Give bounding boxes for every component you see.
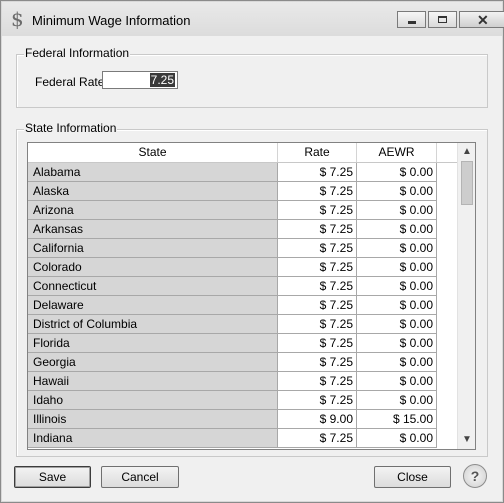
rate-cell[interactable]: $ 7.25 (278, 315, 357, 334)
rate-cell[interactable]: $ 7.25 (278, 391, 357, 410)
state-cell: Hawaii (28, 372, 278, 391)
aewr-cell[interactable]: $ 0.00 (357, 429, 437, 448)
state-cell: District of Columbia (28, 315, 278, 334)
state-cell: Arkansas (28, 220, 278, 239)
table-row[interactable]: Alabama $ 7.25 $ 0.00 (28, 163, 437, 182)
rate-cell[interactable]: $ 7.25 (278, 296, 357, 315)
chevron-up-icon[interactable]: ▲ (458, 144, 475, 160)
column-header-rate[interactable]: Rate (278, 143, 357, 162)
minimize-button[interactable] (397, 11, 426, 28)
minimum-wage-window: $ Minimum Wage Information ✕ Federal Inf… (0, 0, 504, 503)
table-row[interactable]: Connecticut $ 7.25 $ 0.00 (28, 277, 437, 296)
maximize-icon (438, 16, 447, 23)
close-icon: ✕ (477, 12, 489, 28)
rate-cell[interactable]: $ 7.25 (278, 258, 357, 277)
rate-cell[interactable]: $ 7.25 (278, 163, 357, 182)
state-information-title: State Information (24, 121, 118, 135)
state-cell: Connecticut (28, 277, 278, 296)
state-cell: Arizona (28, 201, 278, 220)
chevron-down-icon[interactable]: ▼ (458, 432, 475, 448)
state-cell: California (28, 239, 278, 258)
federal-rate-input[interactable]: 7.25 (102, 71, 178, 89)
aewr-cell[interactable]: $ 0.00 (357, 277, 437, 296)
federal-information-title: Federal Information (24, 46, 131, 60)
rate-cell[interactable]: $ 7.25 (278, 239, 357, 258)
aewr-cell[interactable]: $ 0.00 (357, 353, 437, 372)
state-cell: Alabama (28, 163, 278, 182)
aewr-cell[interactable]: $ 0.00 (357, 182, 437, 201)
state-cell: Delaware (28, 296, 278, 315)
maximize-button[interactable] (428, 11, 457, 28)
state-cell: Indiana (28, 429, 278, 448)
grid-rows: Alabama $ 7.25 $ 0.00 Alaska $ 7.25 $ 0.00 Ari… (28, 163, 437, 448)
column-header-state[interactable]: State (28, 143, 278, 162)
table-row[interactable]: Idaho $ 7.25 $ 0.00 (28, 391, 437, 410)
rate-cell[interactable]: $ 7.25 (278, 277, 357, 296)
close-button[interactable]: Close (374, 466, 451, 488)
table-row[interactable]: Indiana $ 7.25 $ 0.00 (28, 429, 437, 448)
state-cell: Illinois (28, 410, 278, 429)
rate-cell[interactable]: $ 7.25 (278, 201, 357, 220)
table-row[interactable]: Delaware $ 7.25 $ 0.00 (28, 296, 437, 315)
close-window-button[interactable]: ✕ (459, 11, 504, 28)
state-cell: Florida (28, 334, 278, 353)
cancel-button[interactable]: Cancel (101, 466, 179, 488)
scrollbar-thumb[interactable] (461, 161, 473, 205)
table-row[interactable]: Arizona $ 7.25 $ 0.00 (28, 201, 437, 220)
table-row[interactable]: California $ 7.25 $ 0.00 (28, 239, 437, 258)
federal-rate-label: Federal Rate (35, 75, 105, 89)
aewr-cell[interactable]: $ 0.00 (357, 334, 437, 353)
aewr-cell[interactable]: $ 0.00 (357, 372, 437, 391)
rate-cell[interactable]: $ 9.00 (278, 410, 357, 429)
state-cell: Georgia (28, 353, 278, 372)
table-row[interactable]: Georgia $ 7.25 $ 0.00 (28, 353, 437, 372)
rate-cell[interactable]: $ 7.25 (278, 353, 357, 372)
state-cell: Idaho (28, 391, 278, 410)
aewr-cell[interactable]: $ 0.00 (357, 315, 437, 334)
grid-header: State Rate AEWR (28, 143, 457, 163)
rate-cell[interactable]: $ 7.25 (278, 429, 357, 448)
state-rates-grid: State Rate AEWR Alabama $ 7.25 $ 0.00 Alask… (27, 142, 476, 450)
table-row[interactable]: Hawaii $ 7.25 $ 0.00 (28, 372, 437, 391)
table-row[interactable]: District of Columbia $ 7.25 $ 0.00 (28, 315, 437, 334)
state-cell: Alaska (28, 182, 278, 201)
column-header-aewr[interactable]: AEWR (357, 143, 437, 162)
window-controls: ✕ (397, 11, 504, 30)
table-row[interactable]: Florida $ 7.25 $ 0.00 (28, 334, 437, 353)
state-cell: Colorado (28, 258, 278, 277)
aewr-cell[interactable]: $ 0.00 (357, 258, 437, 277)
aewr-cell[interactable]: $ 0.00 (357, 296, 437, 315)
title-bar[interactable]: $ Minimum Wage Information ✕ (2, 2, 504, 36)
table-row[interactable]: Arkansas $ 7.25 $ 0.00 (28, 220, 437, 239)
rate-cell[interactable]: $ 7.25 (278, 372, 357, 391)
table-row[interactable]: Alaska $ 7.25 $ 0.00 (28, 182, 437, 201)
dollar-sign-icon: $ (11, 7, 24, 31)
vertical-scrollbar[interactable]: ▲ ▼ (457, 143, 475, 449)
aewr-cell[interactable]: $ 0.00 (357, 163, 437, 182)
aewr-cell[interactable]: $ 0.00 (357, 201, 437, 220)
aewr-cell[interactable]: $ 15.00 (357, 410, 437, 429)
aewr-cell[interactable]: $ 0.00 (357, 391, 437, 410)
table-row[interactable]: Illinois $ 9.00 $ 15.00 (28, 410, 437, 429)
window-title: Minimum Wage Information (32, 13, 191, 28)
rate-cell[interactable]: $ 7.25 (278, 220, 357, 239)
table-row[interactable]: Colorado $ 7.25 $ 0.00 (28, 258, 437, 277)
rate-cell[interactable]: $ 7.25 (278, 182, 357, 201)
aewr-cell[interactable]: $ 0.00 (357, 239, 437, 258)
help-icon[interactable]: ? (463, 464, 487, 488)
federal-rate-value: 7.25 (149, 73, 175, 87)
rate-cell[interactable]: $ 7.25 (278, 334, 357, 353)
aewr-cell[interactable]: $ 0.00 (357, 220, 437, 239)
save-button[interactable]: Save (14, 466, 91, 488)
minimize-icon (408, 21, 416, 24)
